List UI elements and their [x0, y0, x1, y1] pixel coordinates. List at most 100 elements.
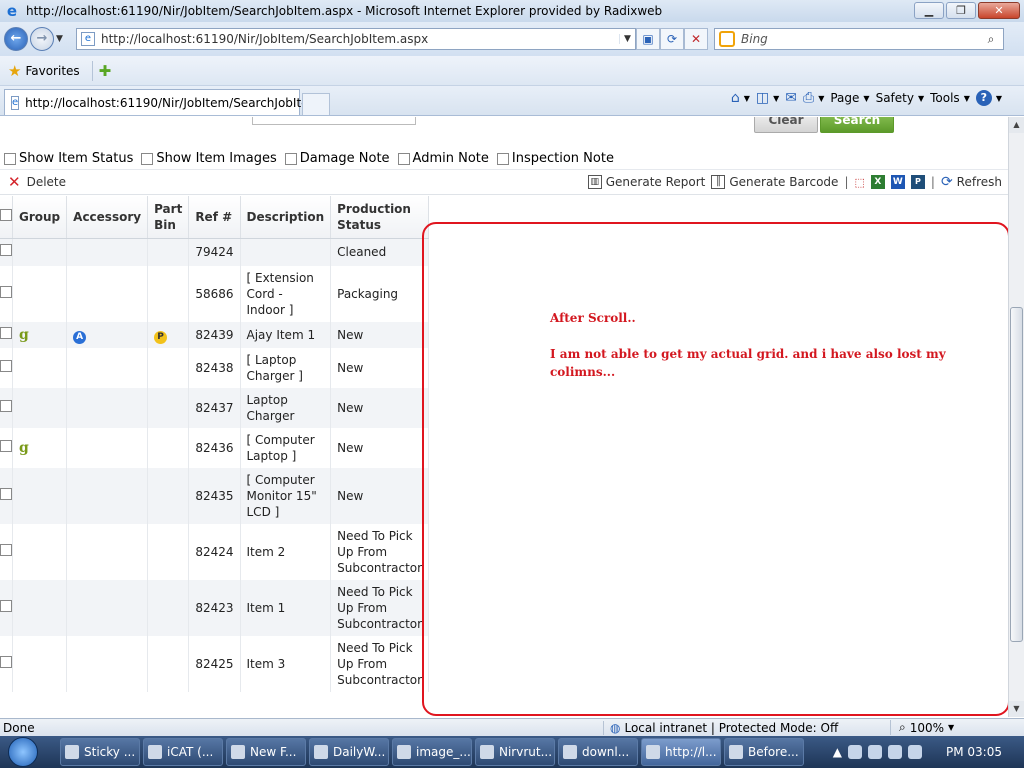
row-checkbox[interactable] — [0, 544, 12, 556]
generate-report-button[interactable]: ▥ Generate Report — [587, 175, 705, 189]
checkbox[interactable] — [4, 152, 16, 165]
row-checkbox[interactable] — [0, 360, 12, 372]
taskbar-item[interactable]: Nirvrut... — [475, 738, 555, 766]
export-publisher-icon[interactable]: P — [910, 175, 925, 189]
table-row[interactable]: g A P 82439 Ajay Item 1 New — [0, 322, 430, 348]
taskbar-item[interactable]: DailyW... — [309, 738, 389, 766]
header-production-status[interactable]: Production Status — [330, 196, 430, 239]
refresh-page-icon[interactable]: ⟳ — [660, 28, 684, 50]
refresh-button[interactable]: ⟳ Refresh — [941, 174, 1002, 190]
row-checkbox[interactable] — [0, 656, 12, 668]
taskbar-item[interactable]: image_... — [392, 738, 472, 766]
option-inspection-note[interactable]: Inspection Note — [496, 151, 614, 166]
row-checkbox[interactable] — [0, 400, 12, 412]
header-ref[interactable]: Ref # — [188, 196, 241, 239]
scroll-down-icon[interactable]: ▼ — [1009, 701, 1024, 717]
tray-network-icon[interactable] — [888, 745, 902, 759]
minimize-button[interactable]: ▁ — [914, 2, 944, 19]
stop-icon[interactable]: ✕ — [684, 28, 708, 50]
table-row[interactable]: 82438[ Laptop Charger ] New — [0, 348, 430, 388]
search-icon[interactable]: ⌕ — [979, 32, 1003, 47]
search-box[interactable]: Bing ⌕ — [714, 28, 1004, 50]
mail-button[interactable]: ✉ — [785, 90, 797, 106]
header-part-bin[interactable]: Part Bin — [147, 196, 190, 239]
option-show-item-status[interactable]: Show Item Status — [4, 151, 133, 166]
new-tab-button[interactable] — [302, 93, 330, 115]
table-row[interactable]: 82435[ Computer Monitor 15" LCD ] New — [0, 468, 430, 524]
compatibility-view-icon[interactable]: ▣ — [636, 28, 660, 50]
maximize-button[interactable]: ❐ — [946, 2, 976, 19]
feeds-button[interactable]: ◫ ▼ — [756, 90, 779, 106]
url-field[interactable]: e http://localhost:61190/Nir/JobItem/Sea… — [76, 28, 636, 50]
scroll-up-icon[interactable]: ▲ — [1009, 117, 1024, 133]
add-favorite-icon[interactable]: ✚ — [99, 62, 112, 80]
vertical-scrollbar[interactable]: ▲ ▼ — [1008, 117, 1024, 717]
zoom-control[interactable]: ⌕ 100% ▼ — [890, 720, 954, 735]
search-placeholder[interactable]: Bing — [741, 32, 979, 46]
scroll-thumb[interactable] — [1010, 307, 1023, 642]
close-button[interactable]: ✕ — [978, 2, 1020, 19]
favorites-star-icon[interactable]: ★ — [8, 62, 21, 80]
checkbox[interactable] — [141, 152, 154, 165]
option-damage-note[interactable]: Damage Note — [284, 151, 390, 166]
row-checkbox[interactable] — [0, 600, 12, 612]
table-row[interactable]: 58686[ Extension Cord - Indoor ] Packagin… — [0, 266, 430, 322]
table-row[interactable]: 79424 Cleaned — [0, 238, 430, 266]
home-button[interactable]: ⌂ ▼ — [731, 90, 750, 106]
favorites-button[interactable]: Favorites — [25, 64, 79, 78]
safety-menu[interactable]: Safety ▼ — [876, 91, 925, 105]
export-excel-icon[interactable]: X — [870, 175, 885, 189]
export-word-icon[interactable]: W — [890, 175, 905, 189]
back-button[interactable]: ← — [4, 27, 28, 51]
row-checkbox[interactable] — [0, 488, 12, 500]
delete-icon[interactable]: ✕ — [8, 173, 21, 191]
help-menu[interactable]: ? ▼ — [975, 90, 1002, 106]
table-row[interactable]: 82424 Item 2 Need To Pick Up From Subcontr… — [0, 524, 430, 580]
tray-firefox-icon[interactable] — [868, 745, 882, 759]
checkbox[interactable] — [496, 152, 509, 165]
table-row[interactable]: 82437 Laptop Charger New — [0, 388, 430, 428]
header-accessory[interactable]: Accessory — [66, 196, 149, 239]
page-menu[interactable]: Page ▼ — [830, 91, 869, 105]
tray-app-icon[interactable] — [848, 745, 862, 759]
option-show-item-images[interactable]: Show Item Images — [141, 151, 277, 166]
taskbar-item[interactable]: downl... — [558, 738, 638, 766]
tray-expand-icon[interactable]: ▲ — [833, 745, 842, 759]
option-admin-note[interactable]: Admin Note — [397, 151, 489, 166]
taskbar-item[interactable]: New F... — [226, 738, 306, 766]
url-dropdown-icon[interactable]: ▼ — [619, 34, 635, 44]
security-zone[interactable]: ◍ Local intranet | Protected Mode: Off — [603, 720, 878, 735]
row-checkbox[interactable] — [0, 327, 12, 339]
row-checkbox[interactable] — [0, 286, 12, 298]
zoom-dropdown-icon[interactable]: ▼ — [948, 723, 954, 732]
header-description[interactable]: Description — [240, 196, 332, 239]
history-dropdown-icon[interactable]: ▼ — [56, 34, 68, 44]
taskbar-item[interactable]: Sticky ... — [60, 738, 140, 766]
table-row[interactable]: g 82436[ Computer Laptop ] New — [0, 428, 430, 468]
forward-button[interactable]: → — [30, 27, 54, 51]
taskbar-item[interactable]: http://l... — [641, 738, 721, 766]
checkbox[interactable] — [397, 152, 410, 165]
clear-button[interactable]: Clear — [754, 117, 818, 133]
search-input-partial[interactable] — [252, 117, 416, 125]
delete-button[interactable]: Delete — [27, 175, 66, 189]
table-row[interactable]: 82423 Item 1 Need To Pick Up From Subcontr… — [0, 580, 430, 636]
header-group[interactable]: Group — [12, 196, 68, 239]
table-row[interactable]: 82425 Item 3 Need To Pick Up From Subcontr… — [0, 636, 430, 692]
taskbar-item[interactable]: Before... — [724, 738, 804, 766]
select-all-checkbox[interactable] — [0, 208, 12, 221]
export-pdf-icon[interactable]: ⬚ — [854, 176, 864, 189]
url-text[interactable]: http://localhost:61190/Nir/JobItem/Searc… — [101, 32, 619, 46]
row-checkbox[interactable] — [0, 440, 12, 452]
tray-volume-icon[interactable] — [908, 745, 922, 759]
generate-barcode-button[interactable]: ║ Generate Barcode — [711, 175, 838, 189]
start-button[interactable] — [0, 736, 46, 768]
print-button[interactable]: ⎙ ▼ — [803, 90, 824, 106]
checkbox[interactable] — [284, 152, 297, 165]
clock[interactable]: PM 03:05 — [946, 745, 1002, 759]
search-button[interactable]: Search — [820, 117, 894, 133]
row-checkbox[interactable] — [0, 244, 12, 257]
tools-menu[interactable]: Tools ▼ — [930, 91, 970, 105]
taskbar-item[interactable]: iCAT (... — [143, 738, 223, 766]
tab-current-page[interactable]: e http://localhost:61190/Nir/JobItem/Sea… — [4, 89, 320, 115]
